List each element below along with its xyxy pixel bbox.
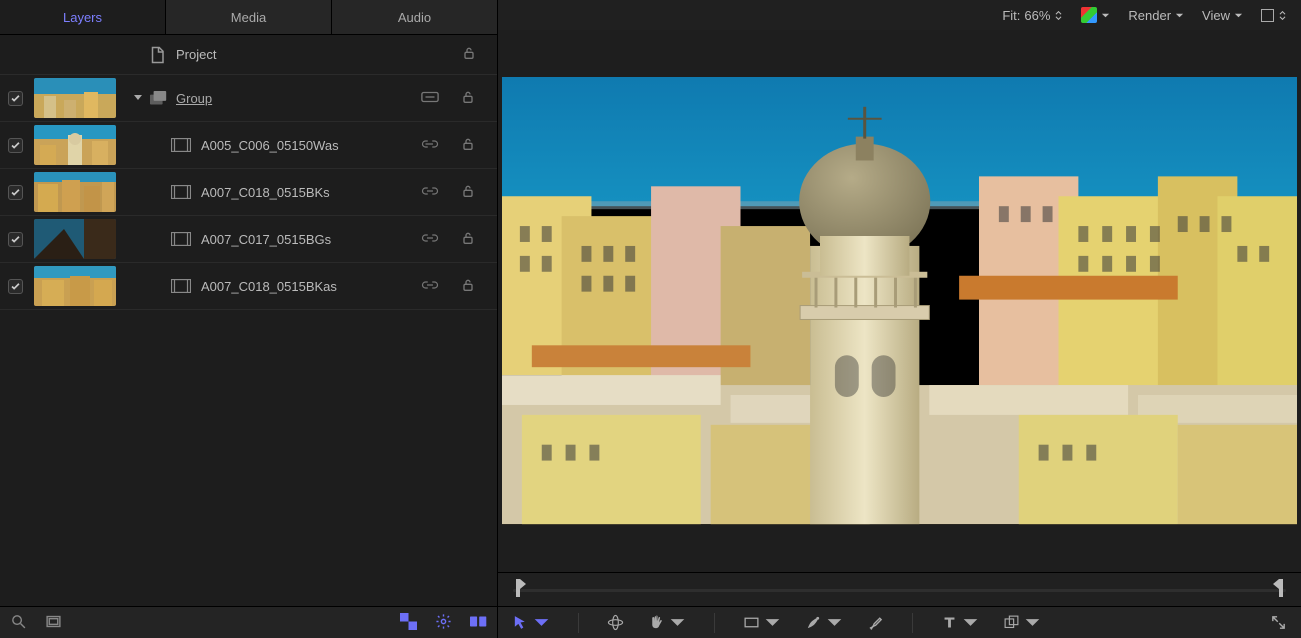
group-label[interactable]: Group (176, 91, 212, 106)
filmstrip-icon (171, 185, 191, 199)
project-label: Project (176, 47, 216, 62)
link-icon[interactable] (421, 230, 439, 249)
rotate-3d-tool[interactable] (607, 614, 624, 631)
expand-icon[interactable] (1270, 614, 1287, 631)
clip-thumbnail (34, 172, 116, 212)
clip-row[interactable]: A005_C006_05150Was (0, 122, 497, 169)
lock-icon[interactable] (459, 89, 477, 108)
visibility-checkbox[interactable] (8, 232, 23, 247)
disclosure-triangle-icon[interactable] (126, 93, 150, 103)
in-marker-icon[interactable] (513, 579, 527, 600)
clip-name: A007_C017_0515BGs (201, 232, 331, 247)
clip-thumbnail (34, 125, 116, 165)
lock-icon[interactable] (461, 45, 477, 64)
filmstrip-icon (171, 138, 191, 152)
filmstrip-icon (171, 232, 191, 246)
link-icon[interactable] (421, 183, 439, 202)
visibility-checkbox[interactable] (8, 91, 23, 106)
group-row[interactable]: Group (0, 75, 497, 122)
tab-media[interactable]: Media (166, 0, 332, 34)
canvas[interactable] (502, 77, 1297, 524)
clip-thumbnail (34, 266, 116, 306)
render-label: Render (1128, 8, 1171, 23)
clip-thumbnail (34, 219, 116, 259)
pan-tool[interactable] (648, 614, 686, 631)
view-dropdown[interactable]: View (1202, 8, 1243, 23)
filmstrip-icon (171, 279, 191, 293)
project-row[interactable]: Project (0, 35, 497, 75)
clip-name: A005_C006_05150Was (201, 138, 339, 153)
layout-dropdown[interactable] (1261, 9, 1287, 22)
color-channels-dropdown[interactable] (1081, 7, 1110, 23)
lock-icon[interactable] (459, 230, 477, 249)
color-chip-icon (1081, 7, 1097, 23)
out-marker-icon[interactable] (1272, 579, 1286, 600)
clip-row[interactable]: A007_C018_0515BKas (0, 263, 497, 310)
lock-icon[interactable] (459, 277, 477, 296)
checker-icon[interactable] (400, 613, 417, 633)
lock-icon[interactable] (459, 183, 477, 202)
layer-list: Group A005_C006_05150Was A007_C018_0515B… (0, 75, 497, 606)
brush-tool[interactable] (867, 614, 884, 631)
fit-dropdown[interactable]: Fit: 66% (1002, 8, 1063, 23)
frame-icon[interactable] (45, 613, 62, 633)
mini-timeline[interactable] (498, 572, 1301, 606)
tab-audio[interactable]: Audio (332, 0, 497, 34)
lock-icon[interactable] (459, 136, 477, 155)
square-icon (1261, 9, 1274, 22)
fit-value: 66% (1024, 8, 1050, 23)
visibility-checkbox[interactable] (8, 138, 23, 153)
clip-row[interactable]: A007_C018_0515BKs (0, 169, 497, 216)
canvas-topbar: Fit: 66% Render View (498, 0, 1301, 30)
pen-tool[interactable] (805, 614, 843, 631)
clip-row[interactable]: A007_C017_0515BGs (0, 216, 497, 263)
text-tool[interactable] (941, 614, 979, 631)
panel-tabs: Layers Media Audio (0, 0, 497, 35)
fit-label: Fit: (1002, 8, 1020, 23)
pass-through-icon[interactable] (421, 89, 439, 108)
clip-name: A007_C018_0515BKs (201, 185, 330, 200)
select-tool[interactable] (512, 614, 550, 631)
rectangle-tool[interactable] (743, 614, 781, 631)
document-icon (148, 46, 166, 64)
group-stack-icon (150, 91, 168, 105)
visibility-checkbox[interactable] (8, 185, 23, 200)
canvas-area[interactable] (498, 30, 1301, 572)
mask-tool[interactable] (1003, 614, 1041, 631)
tab-layers[interactable]: Layers (0, 0, 166, 34)
layer-footer (0, 606, 497, 638)
canvas-tool-strip (498, 606, 1301, 638)
search-icon[interactable] (10, 613, 27, 633)
render-dropdown[interactable]: Render (1128, 8, 1184, 23)
gear-icon[interactable] (435, 613, 452, 633)
clip-name: A007_C018_0515BKas (201, 279, 337, 294)
link-icon[interactable] (421, 136, 439, 155)
group-thumbnail (34, 78, 116, 118)
panels-icon[interactable] (470, 613, 487, 633)
view-label: View (1202, 8, 1230, 23)
visibility-checkbox[interactable] (8, 279, 23, 294)
link-icon[interactable] (421, 277, 439, 296)
